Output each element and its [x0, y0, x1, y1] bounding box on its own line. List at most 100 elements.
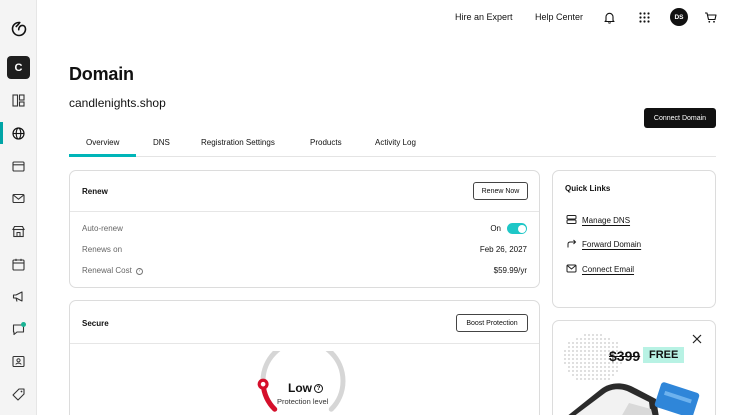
account-switcher[interactable]: C [7, 56, 30, 79]
pattern-dot [612, 366, 614, 368]
pattern-dot [596, 338, 598, 340]
calendar-icon[interactable] [11, 257, 26, 272]
pattern-dot [568, 350, 570, 352]
pattern-dot [596, 366, 598, 368]
pattern-dot [576, 338, 578, 340]
notification-dot [21, 322, 26, 327]
pattern-dot [568, 346, 570, 348]
tab-overview[interactable]: Overview [86, 138, 119, 147]
secure-card: Secure Boost Protection Low? Protection … [69, 300, 540, 415]
pattern-dot [592, 334, 594, 336]
pattern-dot [580, 358, 582, 360]
dashboard-icon[interactable] [11, 93, 26, 108]
store-icon[interactable] [11, 224, 26, 239]
brand-logo-icon[interactable] [11, 21, 27, 37]
pattern-dot [568, 342, 570, 344]
renew-now-button[interactable]: Renew Now [473, 182, 528, 200]
cart-icon[interactable] [704, 11, 717, 24]
user-avatar[interactable]: DS [670, 8, 688, 26]
connect-email-link[interactable]: Connect Email [582, 265, 634, 274]
pattern-dot [592, 342, 594, 344]
pattern-dot [588, 346, 590, 348]
pattern-dot [612, 342, 614, 344]
pattern-dot [576, 342, 578, 344]
divider [70, 211, 539, 212]
tab-activity-log[interactable]: Activity Log [375, 138, 416, 147]
pattern-dot [596, 342, 598, 344]
server-icon [566, 215, 577, 224]
pattern-dot [608, 342, 610, 344]
apps-grid-icon[interactable] [638, 11, 651, 24]
page-title: Domain [69, 64, 134, 84]
info-icon[interactable]: ? [314, 384, 323, 393]
renew-card: Renew Renew Now Auto-renew On Renews on … [69, 170, 540, 288]
pattern-dot [584, 358, 586, 360]
forward-domain-link[interactable]: Forward Domain [582, 240, 641, 249]
divider [70, 343, 539, 344]
pattern-dot [600, 338, 602, 340]
pattern-dot [572, 366, 574, 368]
hire-expert-link[interactable]: Hire an Expert [455, 12, 513, 22]
pattern-dot [568, 362, 570, 364]
boost-protection-button[interactable]: Boost Protection [456, 314, 528, 332]
auto-renew-status: On [490, 224, 501, 233]
pattern-dot [572, 350, 574, 352]
connect-domain-button[interactable]: Connect Domain [644, 108, 716, 128]
bell-icon[interactable] [603, 11, 616, 24]
globe-icon[interactable] [11, 126, 26, 141]
auto-renew-toggle[interactable] [507, 223, 527, 234]
pattern-dot [604, 346, 606, 348]
pattern-dot [600, 354, 602, 356]
pattern-dot [600, 334, 602, 336]
pattern-dot [568, 354, 570, 356]
tag-icon[interactable] [11, 387, 26, 402]
pattern-dot [584, 362, 586, 364]
pattern-dot [584, 354, 586, 356]
pattern-dot [600, 346, 602, 348]
pattern-dot [584, 334, 586, 336]
contact-card-icon[interactable] [11, 354, 26, 369]
protection-level-caption: Protection level [277, 397, 329, 406]
card-reader-graphic [568, 382, 700, 415]
pattern-dot [588, 342, 590, 344]
pattern-dot [588, 354, 590, 356]
free-badge: FREE [643, 347, 685, 363]
megaphone-icon[interactable] [11, 289, 26, 304]
pattern-dot [580, 366, 582, 368]
mail-icon[interactable] [11, 191, 26, 206]
pattern-dot [588, 334, 590, 336]
tab-dns[interactable]: DNS [153, 138, 170, 147]
pattern-dot [604, 342, 606, 344]
pattern-dot [604, 358, 606, 360]
info-icon[interactable]: ? [135, 268, 143, 275]
pattern-dot [588, 338, 590, 340]
browser-window-icon[interactable] [11, 159, 26, 174]
pattern-dot [584, 350, 586, 352]
pattern-dot [564, 358, 566, 360]
pattern-dot [564, 354, 566, 356]
pattern-dot [600, 362, 602, 364]
pattern-dot [572, 362, 574, 364]
renews-on-date: Feb 26, 2027 [479, 245, 527, 254]
protection-level: Low? [288, 381, 323, 395]
pattern-dot [584, 338, 586, 340]
pattern-dot [584, 346, 586, 348]
forward-arrow-icon [567, 239, 577, 248]
pattern-dot [596, 334, 598, 336]
pattern-dot [608, 366, 610, 368]
tab-registration-settings[interactable]: Registration Settings [201, 138, 275, 147]
pattern-dot [568, 358, 570, 360]
pattern-dot [592, 358, 594, 360]
tab-products[interactable]: Products [310, 138, 342, 147]
renewal-cost-row: Renewal Cost? [82, 266, 143, 275]
pattern-dot [604, 350, 606, 352]
renewal-cost-value: $59.99/yr [493, 266, 527, 275]
close-icon[interactable] [691, 333, 703, 345]
pattern-dot [572, 354, 574, 356]
help-center-link[interactable]: Help Center [535, 12, 583, 22]
pattern-dot [604, 354, 606, 356]
pattern-dot [600, 358, 602, 360]
pattern-dot [588, 366, 590, 368]
pattern-dot [604, 366, 606, 368]
manage-dns-link[interactable]: Manage DNS [582, 216, 630, 225]
